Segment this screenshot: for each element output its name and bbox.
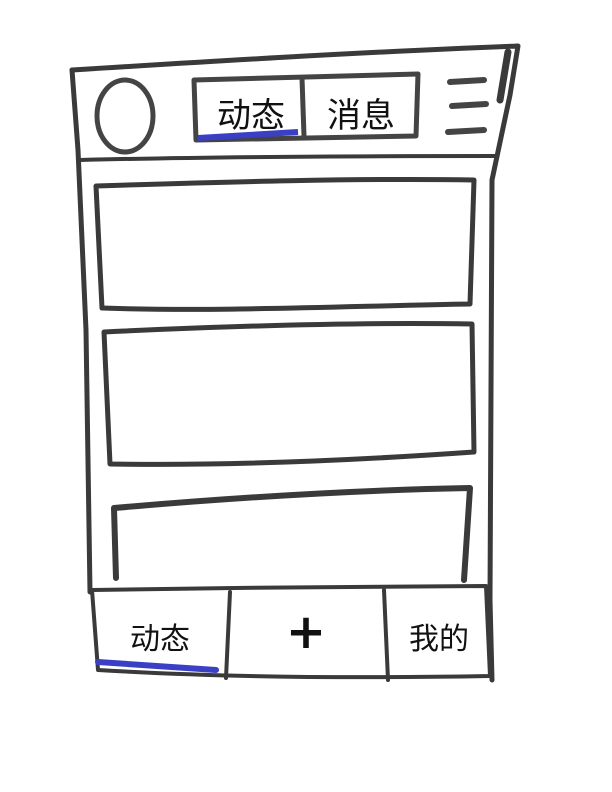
tab-xiaoxi[interactable]: 消息 — [306, 88, 416, 137]
tab-dongtai[interactable]: 动态 — [196, 88, 306, 137]
bottom-nav-divider-1 — [224, 590, 232, 680]
feed-card[interactable] — [98, 184, 472, 308]
bottom-nav-active-underline — [95, 659, 219, 673]
bottom-nav-wode[interactable]: 我的 — [392, 614, 486, 658]
avatar[interactable] — [90, 76, 160, 160]
feed-card[interactable] — [106, 326, 472, 462]
bottom-nav-dongtai[interactable]: 动态 — [100, 614, 220, 658]
feed-card[interactable] — [116, 492, 468, 580]
add-post-button[interactable]: + — [236, 604, 376, 660]
hamburger-menu-icon[interactable] — [442, 74, 492, 144]
bottom-nav-divider-2 — [382, 588, 390, 682]
